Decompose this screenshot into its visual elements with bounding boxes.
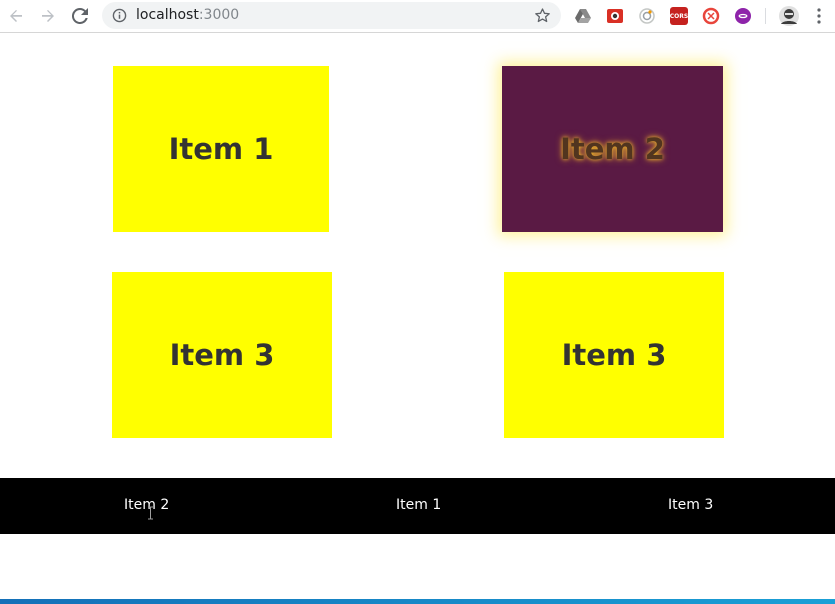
- reload-icon: [72, 8, 88, 24]
- card-label: Item 2: [560, 132, 665, 166]
- footer-nav-item-1[interactable]: Item 1: [396, 497, 441, 514]
- card-item-2-active[interactable]: Item 2: [502, 66, 723, 232]
- kebab-menu-icon[interactable]: [812, 7, 826, 25]
- star-icon[interactable]: [534, 7, 551, 24]
- url-host: localhost: [136, 7, 199, 23]
- info-icon[interactable]: [112, 8, 127, 23]
- card-item-3[interactable]: Item 3: [112, 272, 332, 438]
- red-camera-icon[interactable]: [606, 7, 624, 25]
- footer-nav: Item 2 Item 1 Item 3: [0, 478, 835, 534]
- browser-toolbar: localhost:3000 CORS: [0, 0, 835, 33]
- cors-icon-label: CORS: [669, 12, 689, 20]
- purple-badge-icon[interactable]: [734, 7, 752, 25]
- footer-nav-item-3[interactable]: Item 3: [668, 497, 713, 514]
- forward-button[interactable]: [36, 4, 60, 28]
- card-item-1[interactable]: Item 1: [113, 66, 329, 232]
- card-label: Item 3: [169, 338, 275, 372]
- url-port: :3000: [198, 7, 240, 23]
- red-ring-icon[interactable]: [702, 7, 720, 25]
- google-drive-icon[interactable]: [574, 7, 592, 25]
- circle-spinner-icon[interactable]: [638, 7, 656, 25]
- text-cursor-icon: [148, 506, 153, 520]
- taskbar-edge: [0, 599, 835, 604]
- back-button[interactable]: [4, 4, 28, 28]
- card-item-3-second[interactable]: Item 3: [504, 272, 724, 438]
- reload-button[interactable]: [68, 4, 92, 28]
- url-text: localhost:3000: [136, 7, 239, 24]
- card-label: Item 3: [561, 338, 667, 372]
- card-label: Item 1: [168, 132, 274, 166]
- arrow-right-icon: [42, 10, 54, 22]
- toolbar-separator: [765, 8, 766, 24]
- avatar[interactable]: [778, 5, 800, 27]
- address-bar[interactable]: localhost:3000: [102, 2, 561, 29]
- arrow-left-icon: [10, 10, 22, 22]
- cors-icon[interactable]: CORS: [670, 7, 688, 25]
